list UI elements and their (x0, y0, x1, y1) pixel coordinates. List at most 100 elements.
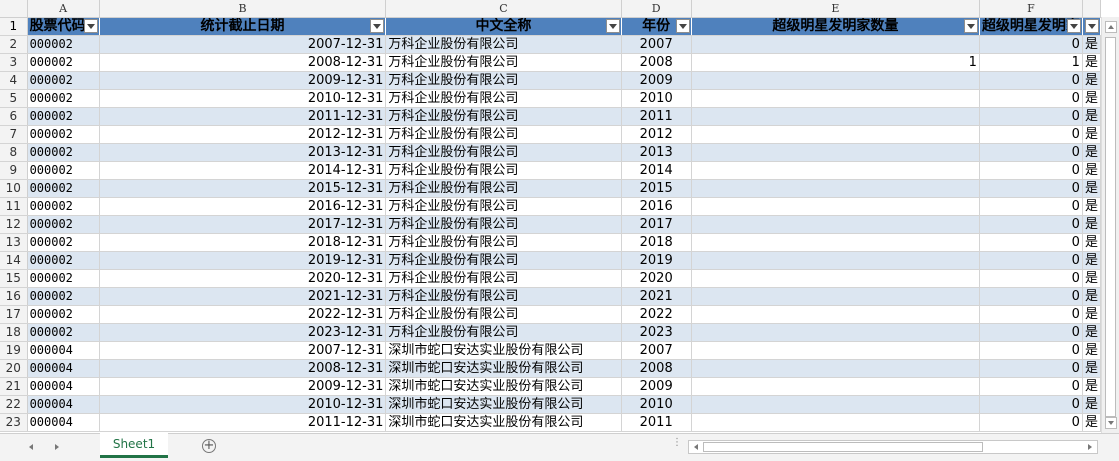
cell-stock-code[interactable]: 000002 (27, 197, 100, 216)
scroll-right-icon[interactable] (1085, 442, 1095, 452)
cell-inventor-count[interactable] (691, 107, 980, 126)
cell-inventor[interactable]: 0 (979, 161, 1083, 180)
cell-year[interactable]: 2007 (621, 341, 692, 360)
cell-date[interactable]: 2018-12-31 (99, 233, 387, 252)
cell-year[interactable]: 2011 (621, 107, 692, 126)
column-header-f[interactable]: F (979, 0, 1083, 18)
cell-inventor-count[interactable] (691, 89, 980, 108)
cell-date[interactable]: 2009-12-31 (99, 71, 387, 90)
row-number[interactable]: 9 (0, 161, 28, 180)
filter-dropdown-icon[interactable] (1085, 19, 1099, 33)
cell-date[interactable]: 2020-12-31 (99, 269, 387, 288)
cell-inventor-count[interactable] (691, 71, 980, 90)
cell-inventor-count[interactable] (691, 413, 980, 432)
cell-inventor[interactable]: 0 (979, 269, 1083, 288)
cell-g[interactable]: 是 (1082, 53, 1101, 72)
cell-inventor-count[interactable] (691, 179, 980, 198)
cell-inventor[interactable]: 0 (979, 413, 1083, 432)
cell-inventor-count[interactable] (691, 215, 980, 234)
cell-year[interactable]: 2015 (621, 179, 692, 198)
header-cell-inventor-count[interactable]: 超级明星发明家数量 (691, 17, 980, 36)
cell-date[interactable]: 2009-12-31 (99, 377, 387, 396)
cell-stock-code[interactable]: 000002 (27, 323, 100, 342)
cell-date[interactable]: 2021-12-31 (99, 287, 387, 306)
cell-stock-code[interactable]: 000002 (27, 233, 100, 252)
cell-inventor[interactable]: 0 (979, 71, 1083, 90)
next-sheet-icon[interactable] (52, 442, 62, 452)
cell-g[interactable]: 是 (1082, 233, 1101, 252)
cell-inventor[interactable]: 0 (979, 125, 1083, 144)
row-number[interactable]: 5 (0, 89, 28, 108)
cell-date[interactable]: 2015-12-31 (99, 179, 387, 198)
cell-g[interactable]: 是 (1082, 287, 1101, 306)
cell-stock-code[interactable]: 000002 (27, 179, 100, 198)
cell-date[interactable]: 2014-12-31 (99, 161, 387, 180)
cell-year[interactable]: 2022 (621, 305, 692, 324)
cell-stock-code[interactable]: 000002 (27, 215, 100, 234)
cell-inventor-count[interactable] (691, 35, 980, 54)
cell-year[interactable]: 2018 (621, 233, 692, 252)
cell-year[interactable]: 2023 (621, 323, 692, 342)
cell-stock-code[interactable]: 000002 (27, 107, 100, 126)
cell-inventor-count[interactable] (691, 395, 980, 414)
row-number[interactable]: 20 (0, 359, 28, 378)
cell-inventor[interactable]: 0 (979, 359, 1083, 378)
cell-company-name[interactable]: 万科企业股份有限公司 (385, 89, 622, 108)
row-number[interactable]: 23 (0, 413, 28, 432)
cell-company-name[interactable]: 万科企业股份有限公司 (385, 107, 622, 126)
cell-stock-code[interactable]: 000002 (27, 161, 100, 180)
column-header-c[interactable]: C (385, 0, 622, 18)
cell-company-name[interactable]: 万科企业股份有限公司 (385, 53, 622, 72)
cell-year[interactable]: 2008 (621, 53, 692, 72)
cell-g[interactable]: 是 (1082, 179, 1101, 198)
cell-year[interactable]: 2014 (621, 161, 692, 180)
row-number[interactable]: 18 (0, 323, 28, 342)
cell-inventor-count[interactable] (691, 359, 980, 378)
row-number[interactable]: 21 (0, 377, 28, 396)
cell-inventor-count[interactable] (691, 287, 980, 306)
scroll-left-icon[interactable] (691, 442, 701, 452)
cell-g[interactable]: 是 (1082, 251, 1101, 270)
cell-date[interactable]: 2010-12-31 (99, 395, 387, 414)
cell-year[interactable]: 2012 (621, 125, 692, 144)
cell-inventor[interactable]: 0 (979, 107, 1083, 126)
cell-inventor[interactable]: 0 (979, 251, 1083, 270)
cell-company-name[interactable]: 万科企业股份有限公司 (385, 125, 622, 144)
cell-company-name[interactable]: 万科企业股份有限公司 (385, 233, 622, 252)
row-number[interactable]: 1 (0, 17, 28, 36)
cell-date[interactable]: 2007-12-31 (99, 35, 387, 54)
cell-stock-code[interactable]: 000002 (27, 89, 100, 108)
cell-inventor[interactable]: 0 (979, 233, 1083, 252)
cell-g[interactable]: 是 (1082, 359, 1101, 378)
row-number[interactable]: 19 (0, 341, 28, 360)
column-header-d[interactable]: D (621, 0, 692, 18)
header-cell-g[interactable] (1082, 17, 1101, 36)
cell-g[interactable]: 是 (1082, 305, 1101, 324)
cell-stock-code[interactable]: 000004 (27, 341, 100, 360)
header-cell-inventor[interactable]: 超级明星发明家 (979, 17, 1083, 36)
cell-stock-code[interactable]: 000002 (27, 35, 100, 54)
row-number[interactable]: 17 (0, 305, 28, 324)
cell-year[interactable]: 2009 (621, 71, 692, 90)
cell-date[interactable]: 2016-12-31 (99, 197, 387, 216)
cell-g[interactable]: 是 (1082, 143, 1101, 162)
row-number[interactable]: 2 (0, 35, 28, 54)
cell-inventor-count[interactable] (691, 143, 980, 162)
cell-g[interactable]: 是 (1082, 107, 1101, 126)
cell-g[interactable]: 是 (1082, 413, 1101, 432)
cell-company-name[interactable]: 万科企业股份有限公司 (385, 35, 622, 54)
cell-inventor[interactable]: 0 (979, 377, 1083, 396)
cell-year[interactable]: 2007 (621, 35, 692, 54)
column-header-e[interactable]: E (691, 0, 980, 18)
cell-stock-code[interactable]: 000002 (27, 143, 100, 162)
cell-inventor-count[interactable] (691, 377, 980, 396)
cell-company-name[interactable]: 万科企业股份有限公司 (385, 305, 622, 324)
cell-g[interactable]: 是 (1082, 395, 1101, 414)
filter-dropdown-icon[interactable] (370, 19, 385, 33)
prev-sheet-icon[interactable] (26, 442, 36, 452)
cell-inventor[interactable]: 1 (979, 53, 1083, 72)
cell-year[interactable]: 2013 (621, 143, 692, 162)
cell-g[interactable]: 是 (1082, 161, 1101, 180)
cell-company-name[interactable]: 深圳市蛇口安达实业股份有限公司 (385, 377, 622, 396)
cell-stock-code[interactable]: 000002 (27, 71, 100, 90)
